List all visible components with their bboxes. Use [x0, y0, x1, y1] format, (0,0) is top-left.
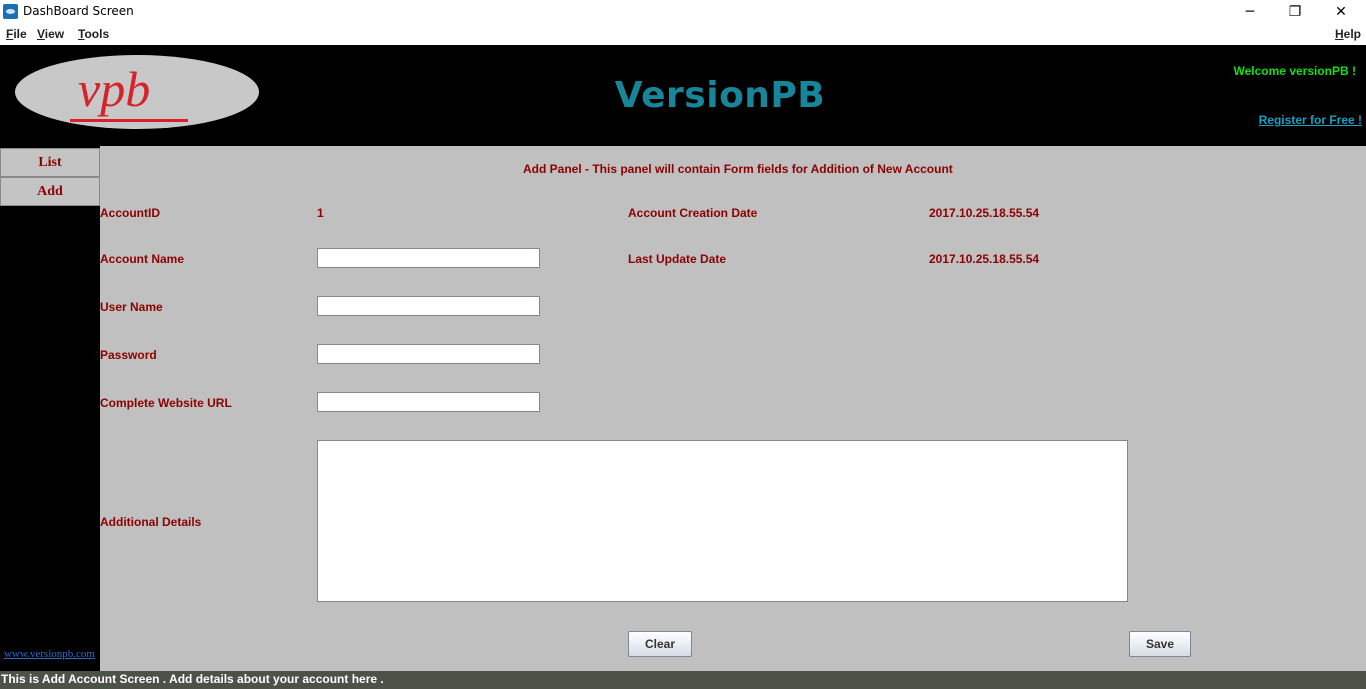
clear-button[interactable]: Clear — [628, 631, 692, 657]
password-label: Password — [100, 348, 157, 362]
menu-bar: File View Tools Help — [0, 23, 1366, 45]
sidebar-item-add[interactable]: Add — [0, 177, 100, 206]
app-title: VersionPB — [614, 75, 826, 116]
minimize-icon: ─ — [1245, 3, 1255, 20]
last-update-value: 2017.10.25.18.55.54 — [929, 252, 1040, 266]
add-account-panel: Add Panel - This panel will contain Form… — [100, 146, 1366, 671]
account-id-value: 1 — [317, 206, 324, 220]
last-update-label: Last Update Date — [628, 252, 727, 266]
website-url-input[interactable] — [317, 392, 540, 412]
account-name-label: Account Name — [100, 252, 185, 266]
creation-date-value: 2017.10.25.18.55.54 — [929, 206, 1040, 220]
sidebar: List Add www.versionpb.com — [0, 146, 100, 671]
welcome-message: Welcome versionPB ! — [1233, 64, 1356, 78]
status-bar: This is Add Account Screen . Add details… — [0, 671, 1366, 689]
title-bar: DashBoard Screen ─ ❐ ✕ — [0, 0, 1366, 23]
menu-tools[interactable]: Tools — [78, 27, 109, 41]
password-input[interactable] — [317, 344, 540, 364]
close-button[interactable]: ✕ — [1318, 0, 1364, 23]
app-icon — [3, 4, 18, 19]
sidebar-item-list[interactable]: List — [0, 148, 100, 177]
close-icon: ✕ — [1335, 3, 1347, 20]
save-button[interactable]: Save — [1129, 631, 1191, 657]
creation-date-label: Account Creation Date — [628, 206, 758, 220]
account-id-label: AccountID — [100, 206, 160, 220]
website-url-label: Complete Website URL — [100, 396, 232, 410]
window-title: DashBoard Screen — [23, 4, 134, 18]
restore-icon: ❐ — [1288, 3, 1302, 20]
panel-title: Add Panel - This panel will contain Form… — [523, 162, 953, 176]
menu-help[interactable]: Help — [1335, 27, 1361, 41]
account-name-input[interactable] — [317, 248, 540, 268]
user-name-input[interactable] — [317, 296, 540, 316]
register-link[interactable]: Register for Free ! — [1259, 113, 1362, 127]
user-name-label: User Name — [100, 300, 163, 314]
menu-file[interactable]: File — [6, 27, 27, 41]
website-link[interactable]: www.versionpb.com — [4, 648, 95, 660]
additional-details-textarea[interactable] — [317, 440, 1128, 602]
maximize-button[interactable]: ❐ — [1272, 0, 1318, 23]
header-banner: vpb VersionPB Welcome versionPB ! Regist… — [0, 45, 1366, 146]
minimize-button[interactable]: ─ — [1227, 0, 1273, 23]
additional-details-label: Additional Details — [100, 515, 202, 529]
menu-view[interactable]: View — [37, 27, 64, 41]
